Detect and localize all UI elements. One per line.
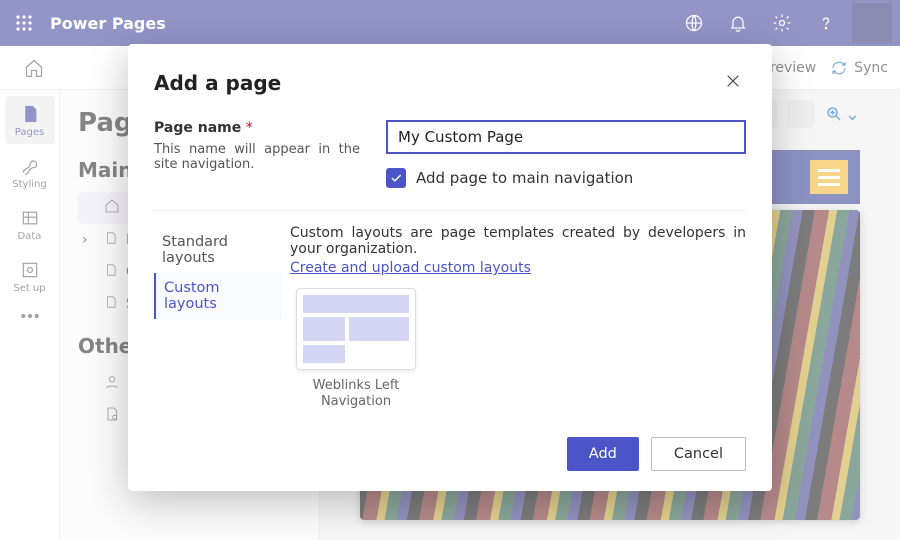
page-name-label: Page name bbox=[154, 120, 241, 136]
template-weblinks-left-nav[interactable]: Weblinks Left Navigation bbox=[290, 288, 422, 411]
modal-title: Add a page bbox=[154, 71, 720, 95]
tab-custom-layouts[interactable]: Custom layouts bbox=[154, 273, 282, 319]
add-to-main-nav-checkbox[interactable] bbox=[386, 168, 406, 188]
create-upload-layouts-link[interactable]: Create and upload custom layouts bbox=[290, 260, 531, 276]
tab-standard-layouts[interactable]: Standard layouts bbox=[154, 227, 282, 273]
custom-layouts-description: Custom layouts are page templates create… bbox=[290, 225, 746, 257]
cancel-button[interactable]: Cancel bbox=[651, 437, 746, 471]
required-asterisk: * bbox=[246, 120, 253, 136]
page-name-help: This name will appear in the site naviga… bbox=[154, 142, 360, 172]
page-name-input[interactable] bbox=[386, 120, 746, 154]
template-name: Weblinks Left Navigation bbox=[290, 378, 422, 411]
close-icon[interactable] bbox=[720, 68, 746, 98]
add-page-modal: Add a page Page name * This name will ap… bbox=[128, 44, 772, 491]
add-button[interactable]: Add bbox=[567, 437, 639, 471]
layout-tabs: Standard layouts Custom layouts bbox=[154, 225, 282, 411]
template-thumbnail bbox=[296, 288, 416, 370]
add-to-main-nav-label: Add page to main navigation bbox=[416, 169, 633, 187]
